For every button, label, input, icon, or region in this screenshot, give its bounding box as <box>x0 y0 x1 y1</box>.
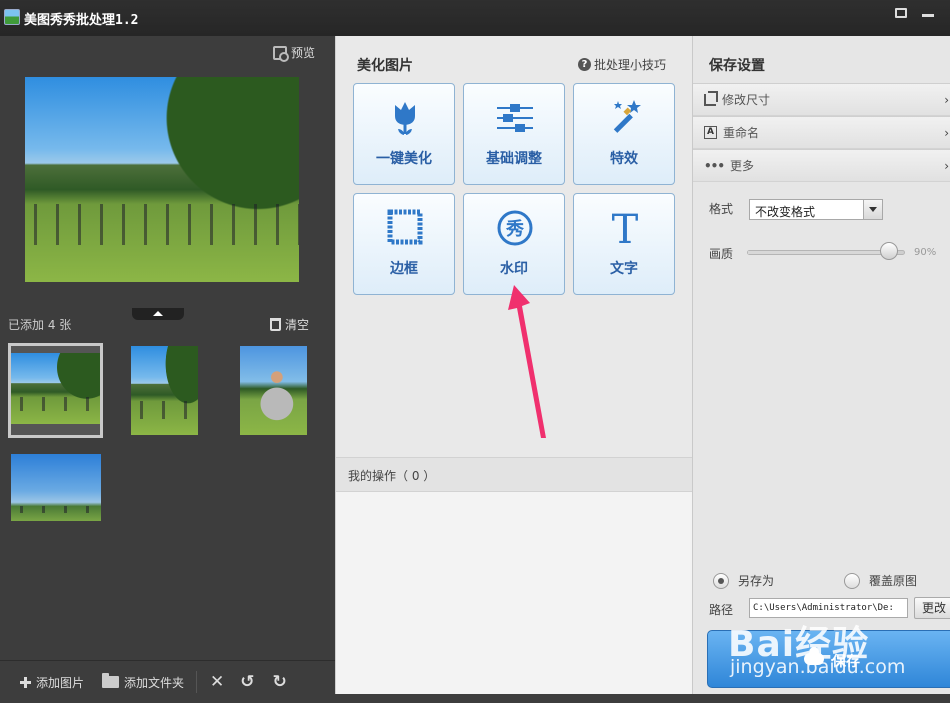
rotate-left-button[interactable]: ↺ <box>240 672 254 692</box>
trash-icon <box>270 318 281 331</box>
tool-label: 基础调整 <box>486 151 542 167</box>
tool-label: 文字 <box>610 261 638 277</box>
section-label: 修改尺寸 <box>722 93 771 107</box>
tulip-icon <box>395 102 415 135</box>
save-label: 保存 <box>832 654 860 670</box>
question-icon: ? <box>578 58 591 71</box>
add-image-label: 添加图片 <box>36 675 85 690</box>
add-image-button[interactable]: 添加图片 <box>20 674 84 691</box>
path-label: 路径 <box>709 603 734 617</box>
app-window: 美图秀秀批处理1.2 预览 已添加 4 张 清空 添加图片 添加文件夹 ✕ ↺ … <box>0 0 950 703</box>
minimize-button[interactable] <box>922 14 934 17</box>
app-title: 美图秀秀批处理1.2 <box>24 13 139 28</box>
chevron-icon: › <box>944 126 949 140</box>
chevron-icon: › <box>944 93 949 107</box>
tips-label: 批处理小技巧 <box>594 58 667 72</box>
change-path-button[interactable]: 更改 <box>914 597 950 619</box>
thumbnail-item[interactable] <box>8 343 103 438</box>
image-list-panel: 预览 已添加 4 张 清空 添加图片 添加文件夹 ✕ ↺ ↻ <box>0 36 335 703</box>
overwrite-radio[interactable]: 覆盖原图 <box>844 572 917 589</box>
clear-label: 清空 <box>285 318 310 332</box>
format-select[interactable]: 不改变格式 <box>749 199 883 220</box>
quality-label: 画质 <box>709 247 734 261</box>
tips-link[interactable]: ? 批处理小技巧 <box>578 56 666 73</box>
tool-watermark[interactable]: 秀 水印 <box>463 193 565 295</box>
save-as-label: 另存为 <box>738 574 775 588</box>
tool-label: 边框 <box>390 261 418 277</box>
tool-frame[interactable]: 边框 <box>353 193 455 295</box>
tool-effects[interactable]: 特效 <box>573 83 675 185</box>
main-preview-image <box>25 77 299 282</box>
beautify-panel: 美化图片 ? 批处理小技巧 一键美化 基础调整 特效 边框 秀 水印 T 文字 … <box>335 36 693 694</box>
tool-basic-adjust[interactable]: 基础调整 <box>463 83 565 185</box>
app-logo-icon <box>4 9 20 25</box>
section-more[interactable]: ••• 更多 › <box>693 149 950 182</box>
magnifier-icon <box>273 45 289 62</box>
left-toolbar: 添加图片 添加文件夹 ✕ ↺ ↻ <box>0 660 335 703</box>
thumbnail-item[interactable] <box>11 454 101 521</box>
radio-unselected-icon <box>844 572 860 589</box>
svg-text:T: T <box>612 208 639 248</box>
preview-button[interactable]: 预览 <box>273 44 316 62</box>
section-rename[interactable]: A 重命名 › <box>693 116 950 149</box>
quality-value: 90% <box>914 247 937 258</box>
beautify-title: 美化图片 <box>357 58 413 74</box>
tool-label: 特效 <box>610 151 638 167</box>
overwrite-label: 覆盖原图 <box>869 574 918 588</box>
more-icon: ••• <box>704 158 725 173</box>
section-label: 重命名 <box>723 126 760 140</box>
magic-wand-icon <box>613 100 641 133</box>
path-input[interactable]: C:\Users\Administrator\De: <box>749 598 908 618</box>
text-icon: T <box>612 208 639 248</box>
tool-label: 一键美化 <box>376 151 432 167</box>
add-folder-label: 添加文件夹 <box>124 675 185 690</box>
save-as-radio[interactable]: 另存为 <box>713 572 774 589</box>
save-settings-title: 保存设置 <box>709 58 765 74</box>
thumbnail-item[interactable] <box>131 346 198 435</box>
thumbnail-item[interactable] <box>240 346 307 435</box>
format-value: 不改变格式 <box>755 205 816 219</box>
tool-one-click-beautify[interactable]: 一键美化 <box>353 83 455 185</box>
save-button[interactable]: 保存 <box>707 630 950 688</box>
toolbar-divider <box>196 671 198 693</box>
plus-icon <box>20 676 31 688</box>
quality-slider-knob[interactable] <box>880 242 899 260</box>
preview-label: 预览 <box>291 46 316 60</box>
folder-icon <box>102 673 120 688</box>
radio-selected-icon <box>713 572 729 589</box>
rotate-right-button[interactable]: ↻ <box>273 672 287 692</box>
added-count: 已添加 4 张 <box>8 318 72 332</box>
my-operations-header: 我的操作（ 0 ） <box>336 457 693 492</box>
collapse-tab[interactable] <box>132 308 184 320</box>
frame-icon <box>387 209 423 245</box>
chevron-icon: › <box>944 159 949 173</box>
sliders-icon <box>497 104 533 132</box>
watermark-icon: 秀 <box>497 210 533 246</box>
tool-label: 水印 <box>500 261 528 277</box>
delete-button[interactable]: ✕ <box>210 672 224 692</box>
operations-list <box>336 492 693 694</box>
title-bar: 美图秀秀批处理1.2 <box>0 0 950 36</box>
crop-icon <box>704 90 718 106</box>
tool-text[interactable]: T 文字 <box>573 193 675 295</box>
chevron-down-icon <box>863 200 882 219</box>
rename-icon: A <box>704 126 717 139</box>
cloud-upload-icon <box>804 647 824 665</box>
save-settings-panel: 保存设置 修改尺寸 › A 重命名 › ••• 更多 › 格式 不改变格式 画质… <box>692 36 950 694</box>
add-folder-button[interactable]: 添加文件夹 <box>102 673 185 691</box>
svg-text:秀: 秀 <box>505 219 524 240</box>
clear-button[interactable]: 清空 <box>270 316 309 333</box>
rotate-left-icon: ↺ <box>240 672 255 692</box>
section-resize[interactable]: 修改尺寸 › <box>693 83 950 116</box>
rotate-right-icon: ↻ <box>272 672 287 692</box>
feedback-icon[interactable] <box>895 8 907 18</box>
section-label: 更多 <box>730 159 755 173</box>
format-label: 格式 <box>709 202 734 216</box>
close-icon: ✕ <box>210 672 225 692</box>
